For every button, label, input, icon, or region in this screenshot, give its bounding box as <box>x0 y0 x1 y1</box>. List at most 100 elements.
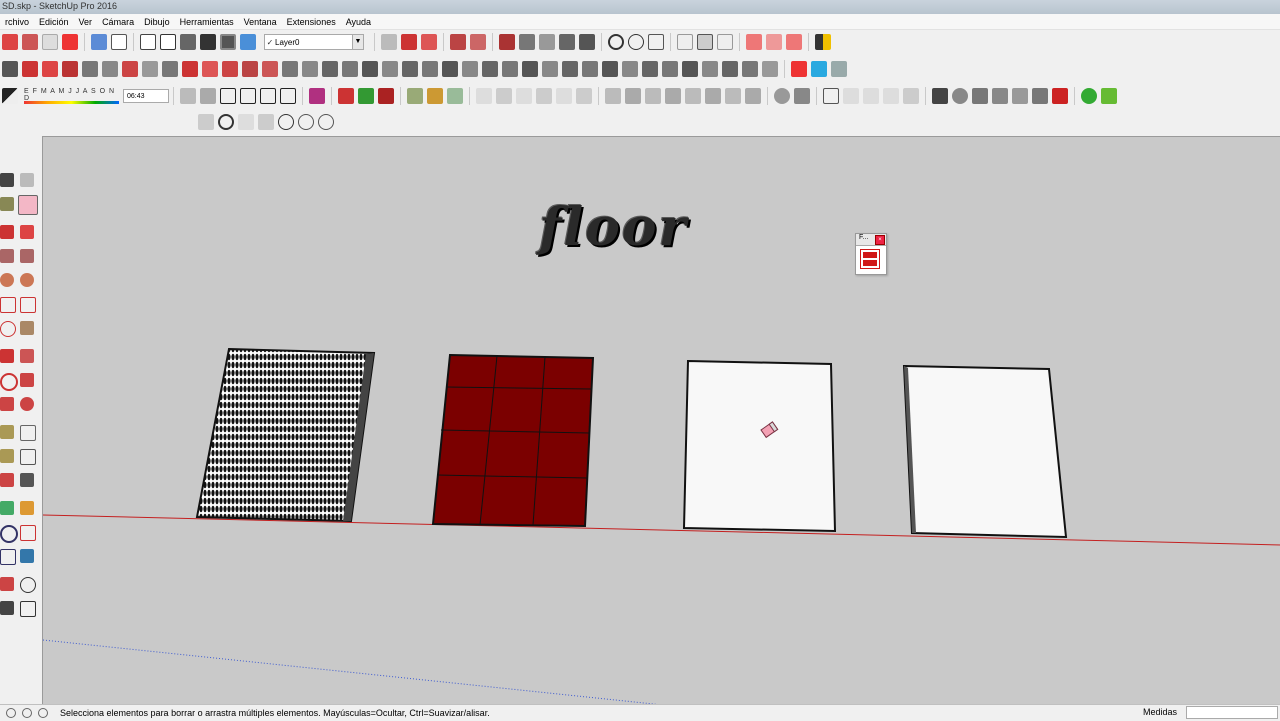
pan-tool-icon[interactable] <box>382 61 398 77</box>
spotlight-icon[interactable] <box>258 114 274 130</box>
arc-3pt-icon[interactable] <box>20 321 34 335</box>
follow-me-tool-icon[interactable] <box>182 61 198 77</box>
orbit-icon[interactable] <box>0 501 14 515</box>
print-icon[interactable] <box>62 34 78 50</box>
dimensions-icon[interactable] <box>746 34 762 50</box>
menu-camara[interactable]: Cámara <box>97 17 139 27</box>
cone-icon[interactable] <box>238 114 254 130</box>
scenes-panel-icon[interactable] <box>662 61 678 77</box>
look-around-icon[interactable] <box>502 61 518 77</box>
move-icon[interactable] <box>0 349 14 363</box>
wireframe-icon[interactable] <box>140 34 156 50</box>
dome-light-icon[interactable] <box>298 114 314 130</box>
tape-tool-icon[interactable] <box>282 61 298 77</box>
component-icon[interactable] <box>20 173 34 187</box>
polygon-tool-icon[interactable] <box>142 61 158 77</box>
select-tool-icon[interactable] <box>2 61 18 77</box>
menu-dibujo[interactable]: Dibujo <box>139 17 175 27</box>
previous-view-icon[interactable] <box>462 61 478 77</box>
tape-icon[interactable] <box>0 425 14 439</box>
outliner-icon[interactable] <box>622 61 638 77</box>
section-plane-icon[interactable] <box>786 34 802 50</box>
protractor-icon[interactable] <box>766 34 782 50</box>
textured-icon[interactable] <box>220 34 236 50</box>
freehand-tool-icon[interactable] <box>42 61 58 77</box>
grey-cube-icon[interactable] <box>831 61 847 77</box>
undo-icon[interactable] <box>381 34 397 50</box>
planar-shear-icon[interactable] <box>725 88 741 104</box>
menu-archivo[interactable]: rchivo <box>0 17 34 27</box>
model-viewport[interactable]: floor F... × <box>42 136 1280 705</box>
text-tool-icon[interactable] <box>302 61 318 77</box>
paint-bucket-icon[interactable] <box>0 197 14 211</box>
3d-text-icon[interactable] <box>20 473 34 487</box>
geolocate-icon[interactable] <box>579 34 595 50</box>
fog-icon[interactable] <box>539 34 555 50</box>
blue-cube-icon[interactable] <box>811 61 827 77</box>
bend-icon[interactable] <box>685 88 701 104</box>
offset-icon[interactable] <box>20 397 34 411</box>
tree-icon[interactable] <box>358 88 374 104</box>
menu-extensiones[interactable]: Extensiones <box>282 17 341 27</box>
polygon-icon[interactable] <box>20 273 34 287</box>
previous-icon[interactable] <box>20 549 34 563</box>
rotated-rectangle-icon[interactable] <box>20 249 34 263</box>
shear-icon[interactable] <box>705 88 721 104</box>
bevel-icon[interactable] <box>496 88 512 104</box>
components-icon[interactable] <box>450 34 466 50</box>
white-panel-2[interactable] <box>902 364 1068 539</box>
push-pull-tool-icon[interactable] <box>162 61 178 77</box>
close-icon[interactable]: × <box>875 235 885 245</box>
green-tree-icon[interactable] <box>1081 88 1097 104</box>
menu-ayuda[interactable]: Ayuda <box>341 17 376 27</box>
share-model-icon[interactable] <box>677 34 693 50</box>
zoom-window-icon[interactable] <box>20 525 36 541</box>
hidden-line-icon[interactable] <box>160 34 176 50</box>
3d-text-tool-icon[interactable] <box>342 61 358 77</box>
iso-view-icon[interactable] <box>91 34 107 50</box>
xray-icon[interactable] <box>111 34 127 50</box>
white-panel-1[interactable] <box>682 359 837 533</box>
outer-shell-icon[interactable] <box>628 34 644 50</box>
fredo-tools-icon[interactable] <box>774 88 790 104</box>
red-cube-icon[interactable] <box>791 61 807 77</box>
warehouse-icon[interactable] <box>401 34 417 50</box>
monochrome-icon[interactable] <box>200 34 216 50</box>
section-cut-icon[interactable] <box>823 88 839 104</box>
menu-edicion[interactable]: Edición <box>34 17 74 27</box>
round-corner-icon[interactable] <box>476 88 492 104</box>
intersect-icon[interactable] <box>648 34 664 50</box>
section-tool-icon[interactable] <box>542 61 558 77</box>
fillet-icon[interactable] <box>516 88 532 104</box>
follow-me-icon[interactable] <box>20 373 34 387</box>
orbit-tool-icon[interactable] <box>362 61 378 77</box>
wrench-icon[interactable] <box>794 88 810 104</box>
stop-render-icon[interactable] <box>1052 88 1068 104</box>
select-icon[interactable] <box>0 173 14 187</box>
right-view-icon[interactable] <box>200 88 216 104</box>
face-tool-icon[interactable] <box>576 88 592 104</box>
light-icon[interactable] <box>972 88 988 104</box>
trimmer-icon[interactable] <box>863 88 879 104</box>
paint-tool-icon[interactable] <box>562 61 578 77</box>
fredo-scale-icon[interactable] <box>605 88 621 104</box>
geolocation-status-icon[interactable] <box>6 708 16 718</box>
styles-icon[interactable] <box>470 34 486 50</box>
look-around-icon[interactable] <box>20 577 36 593</box>
shape-bender-icon[interactable] <box>407 88 423 104</box>
measurements-input[interactable] <box>1186 706 1278 719</box>
front-view-icon[interactable] <box>180 88 196 104</box>
circle-tool-icon[interactable] <box>102 61 118 77</box>
sun-icon[interactable] <box>278 114 294 130</box>
zoom-window-icon[interactable] <box>422 61 438 77</box>
brick-panel[interactable] <box>431 353 595 528</box>
twist-icon[interactable] <box>665 88 681 104</box>
chevron-down-icon[interactable]: ▼ <box>352 35 363 49</box>
scale-tool-icon[interactable] <box>262 61 278 77</box>
render-icon[interactable] <box>932 88 948 104</box>
zoom-tool-icon[interactable] <box>402 61 418 77</box>
rotate-tool-icon[interactable] <box>242 61 258 77</box>
new-icon[interactable] <box>2 34 18 50</box>
offset-tool-icon[interactable] <box>202 61 218 77</box>
push-pull-icon[interactable] <box>20 349 34 363</box>
